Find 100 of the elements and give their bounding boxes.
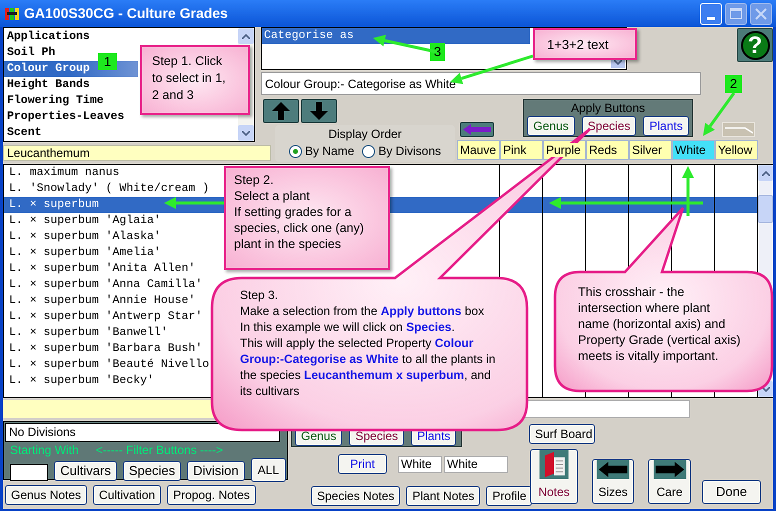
minimize-button[interactable] <box>700 2 722 24</box>
footer-button[interactable]: Propog. Notes <box>167 485 256 505</box>
plant-row[interactable]: L. × superbum <box>4 197 210 213</box>
callout-text: Select a plant <box>234 188 311 204</box>
callout-text: Step 2. <box>234 172 275 188</box>
grade-column-header[interactable]: Reds <box>586 140 629 160</box>
chevron-up-icon <box>242 34 250 38</box>
left-arrow-button[interactable] <box>460 122 494 137</box>
property-item[interactable]: Height Bands <box>4 77 138 93</box>
plant-row[interactable]: L. × superbum 'Beauté Nivello <box>4 357 210 373</box>
callout-text: This crosshair - the intersection where plant name (horizontal axis) and Property Grade (vertical axis) meets is vitally important. <box>578 284 742 364</box>
left-arrow-icon <box>463 124 491 135</box>
all-button[interactable]: ALL <box>250 458 286 482</box>
plant-row[interactable]: L. × superbum 'Banwell' <box>4 325 210 341</box>
callout-tooltip: 1+3+2 text <box>533 28 637 60</box>
plant-row[interactable]: L. maximum nanus <box>4 165 210 181</box>
plant-row[interactable]: L. × superbum 'Amelia' <box>4 245 210 261</box>
radio-button[interactable]: By Name <box>288 142 354 160</box>
app-icon <box>4 6 20 22</box>
plant-row[interactable]: L. × superbum 'Annie House' <box>4 293 210 309</box>
callout-text: Make a selection from the Apply buttons box <box>240 303 486 319</box>
callout-text: If setting grades for a species, click one (any) plant in the species <box>234 204 365 252</box>
apply-button[interactable]: Species <box>582 116 636 136</box>
number-badge: 3 <box>430 43 445 61</box>
scroll-up-button[interactable] <box>238 28 254 44</box>
panel-title: Apply Buttons <box>570 100 646 116</box>
property-item[interactable]: Properties-Leaves <box>4 109 138 125</box>
grade-field[interactable]: White <box>444 456 508 472</box>
close-button[interactable] <box>750 2 772 24</box>
callout-text: This will apply the selected Property Colour Group:-Categorise as White to all the plants in the species Leucanthemum x superbum, and its cultivars <box>240 335 496 399</box>
filter-button[interactable]: Cultivars <box>54 461 117 481</box>
filter-buttons-label: <----- Filter Buttons ----> <box>96 443 224 458</box>
move-down-button[interactable] <box>301 99 337 123</box>
minimize-icon <box>707 16 715 20</box>
plant-row[interactable]: L. × superbum 'Alaska' <box>4 229 210 245</box>
apply-button[interactable]: Genus <box>527 116 575 136</box>
tool-button[interactable]: Care <box>648 459 691 504</box>
book-icon <box>538 450 570 479</box>
filter-button[interactable]: Species <box>122 461 182 481</box>
apply-button[interactable]: Plants <box>643 116 689 136</box>
number-badge: 1 <box>98 53 117 70</box>
maximize-icon <box>730 8 742 19</box>
grade-column-header[interactable]: Pink <box>500 140 543 160</box>
scroll-down-button[interactable] <box>238 125 254 141</box>
filter-button[interactable]: Division <box>187 461 245 481</box>
plant-row[interactable]: L. × superbum 'Barbara Bush' <box>4 341 210 357</box>
left-arrow-icon <box>596 460 630 479</box>
number-badge: 2 <box>725 75 742 93</box>
callout-text: Step 3. <box>240 287 280 303</box>
window-title: GA100S30CG - Culture Grades <box>24 4 228 23</box>
scroll-thumb[interactable] <box>758 195 773 223</box>
grade-column-header[interactable]: Purple <box>543 140 586 160</box>
starting-with-field[interactable] <box>10 464 48 481</box>
callout-tooltip: Step 1. Click to select in 1, 2 and 3 <box>140 45 250 115</box>
chevron-up-icon <box>762 170 770 176</box>
maximize-button[interactable] <box>725 2 747 24</box>
footer-button[interactable]: Plant Notes <box>406 486 480 506</box>
grade-field[interactable]: White <box>398 456 442 472</box>
footer-button[interactable]: Species Notes <box>311 486 400 506</box>
footer-button[interactable]: Cultivation <box>93 485 162 505</box>
radio-button[interactable]: By Divisons <box>362 142 442 160</box>
down-arrow-icon <box>310 102 328 120</box>
plant-row[interactable]: L. × superbum 'Antwerp Star' <box>4 309 210 325</box>
grade-column-header[interactable]: White <box>672 140 715 160</box>
done-button[interactable]: Done <box>702 480 761 504</box>
close-icon <box>755 8 767 20</box>
chevron-down-icon <box>242 130 250 136</box>
property-item[interactable]: Applications <box>4 29 138 45</box>
tool-button[interactable]: Notes <box>530 449 578 504</box>
arrow <box>703 92 736 136</box>
scroll-up-button[interactable] <box>758 165 773 181</box>
move-up-button[interactable] <box>263 99 299 123</box>
grade-column-header[interactable]: Yellow <box>715 140 758 160</box>
categorise-option[interactable]: Categorise as <box>262 28 530 44</box>
tool-button[interactable]: Sizes <box>592 459 634 504</box>
plant-row[interactable]: L. 'Snowlady' ( White/cream ) <box>4 181 210 197</box>
footer-button[interactable]: Genus Notes <box>5 485 88 505</box>
chevron-down-icon <box>614 60 622 64</box>
print-button[interactable]: Print <box>338 454 387 474</box>
plant-row[interactable]: L. × superbum 'Anna Camilla' <box>4 277 210 293</box>
starting-with-label: Starting With <box>10 443 79 458</box>
division-dropdown[interactable]: No Divisions <box>5 423 280 442</box>
grade-text-field[interactable]: Colour Group:- Categorise as White <box>261 72 701 95</box>
grade-column-header[interactable]: Silver <box>629 140 672 160</box>
plant-row[interactable]: L. × superbum 'Aglaia' <box>4 213 210 229</box>
genus-field[interactable]: Leucanthemum <box>3 145 271 161</box>
arrow <box>164 197 224 209</box>
plant-row[interactable]: L. × superbum 'Becky' <box>4 373 210 389</box>
grade-column-header[interactable]: Mauve <box>457 140 500 160</box>
property-item[interactable]: Flowering Time <box>4 93 138 109</box>
line-icon <box>724 125 752 134</box>
up-arrow-icon <box>272 102 290 120</box>
callout-text: In this example we will click on Species. <box>240 319 456 335</box>
footer-button[interactable]: Profile <box>486 486 532 506</box>
right-arrow-icon <box>652 460 686 479</box>
help-button[interactable]: ? <box>737 28 773 62</box>
surf-board-button[interactable]: Surf Board <box>529 424 595 444</box>
group-title: Display Order <box>328 126 402 142</box>
property-item[interactable]: Scent <box>4 125 138 141</box>
plant-row[interactable]: L. × superbum 'Anita Allen' <box>4 261 210 277</box>
